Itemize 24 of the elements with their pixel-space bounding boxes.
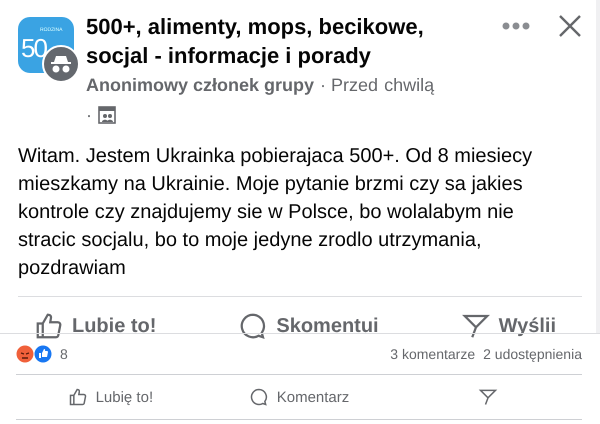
like-button[interactable]: Lubie to! <box>34 311 156 341</box>
comment-icon <box>248 387 269 407</box>
logo-number: 50 <box>21 33 46 64</box>
separator-dot: · <box>86 104 92 127</box>
reaction-count[interactable]: 8 <box>60 346 382 362</box>
more-options-icon[interactable] <box>502 22 530 30</box>
comment-button[interactable]: Skomentui <box>238 311 379 341</box>
post-text: Witam. Jestem Ukrainka pobierajaca 500+. Od 8 miesiecy mieszkamy na Ukrainie. Moje pytanie brzmi czy sa jakies kontrole czy znajdujemy sie w Polsce, bo wolalabym nie stracic socjalu, bo to moje jedyne zrodlo utrzymania, pozdrawiam <box>18 144 534 281</box>
angry-reaction-icon <box>16 345 34 363</box>
like-reaction-icon <box>34 345 52 363</box>
close-icon[interactable] <box>558 14 582 38</box>
share-count[interactable]: 2 udostępnienia <box>483 346 582 362</box>
author-name[interactable]: Anonimowy członek grupy <box>86 70 314 100</box>
share-button[interactable]: Wyślii <box>460 311 556 341</box>
comment-count[interactable]: 3 komentarze <box>390 346 476 362</box>
comment-button[interactable]: Komentarz <box>204 375 394 419</box>
thumbs-up-icon <box>68 387 88 407</box>
post-time[interactable]: chwilą <box>384 70 434 100</box>
group-title[interactable]: 500+, alimenty, mops, becikowe, socjal - informacje i porady <box>86 12 482 70</box>
share-icon <box>478 387 498 407</box>
group-audience-icon <box>98 106 116 124</box>
time-prefix: · Przed <box>320 74 378 97</box>
thumbs-up-icon <box>34 311 64 341</box>
like-button[interactable]: Lubię to! <box>16 375 205 419</box>
